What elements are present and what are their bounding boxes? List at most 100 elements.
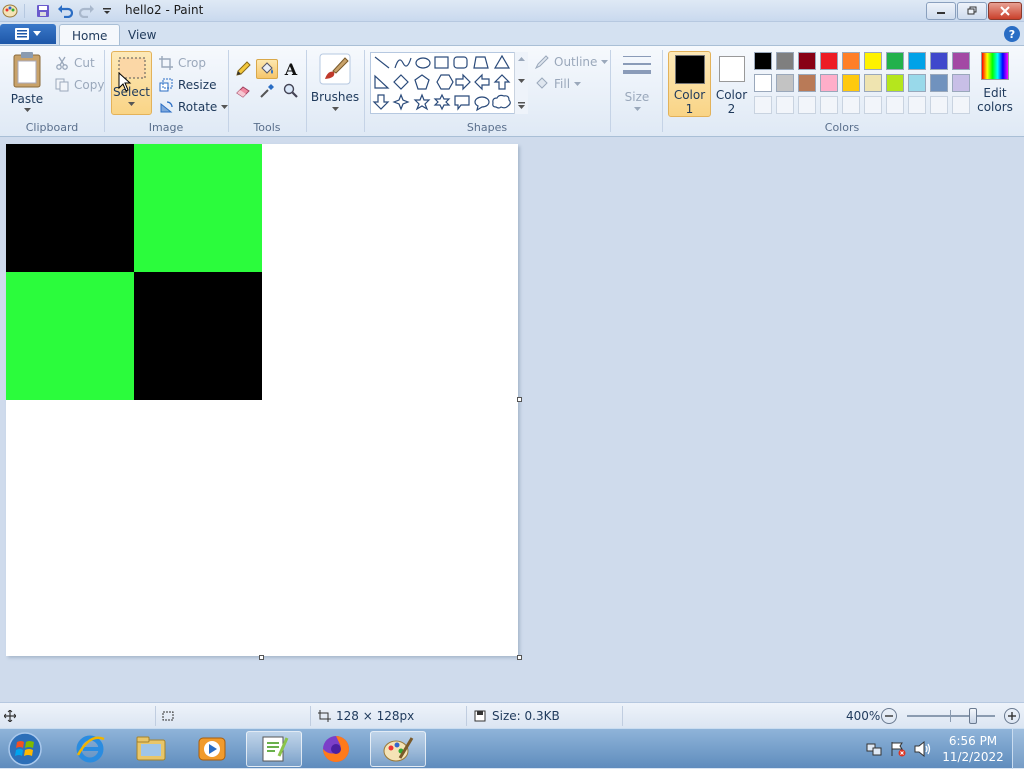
rounded-rectangle-shape-icon[interactable] — [453, 56, 468, 69]
custom-color-slot[interactable] — [908, 96, 926, 114]
palette-swatch[interactable] — [908, 52, 926, 70]
cut-button[interactable]: Cut — [54, 55, 95, 71]
paint-app-icon[interactable] — [2, 3, 18, 19]
firefox-taskbar-button[interactable] — [308, 731, 364, 767]
paste-button[interactable]: Paste — [6, 50, 48, 120]
palette-swatch[interactable] — [886, 74, 904, 92]
cloud-callout-shape-icon[interactable] — [492, 94, 511, 109]
palette-swatch[interactable] — [798, 52, 816, 70]
custom-color-slot[interactable] — [952, 96, 970, 114]
custom-color-slot[interactable] — [776, 96, 794, 114]
pencil-icon[interactable] — [232, 59, 254, 79]
custom-color-slot[interactable] — [820, 96, 838, 114]
palette-swatch[interactable] — [842, 74, 860, 92]
notepad-plus-taskbar-button[interactable] — [246, 731, 302, 767]
down-arrow-shape-icon[interactable] — [372, 94, 390, 110]
right-triangle-shape-icon[interactable] — [374, 74, 390, 89]
up-arrow-shape-icon[interactable] — [493, 74, 511, 90]
palette-swatch[interactable] — [864, 52, 882, 70]
color-picker-icon[interactable] — [256, 81, 278, 101]
custom-color-slot[interactable] — [864, 96, 882, 114]
file-explorer-taskbar-button[interactable] — [123, 731, 179, 767]
brushes-button[interactable]: Brushes — [311, 52, 359, 118]
action-center-flag-icon[interactable] — [890, 741, 906, 757]
curve-shape-icon[interactable] — [394, 57, 412, 69]
hexagon-shape-icon[interactable] — [436, 74, 454, 90]
color-1-button[interactable]: Color 1 — [668, 51, 711, 117]
zoom-in-button[interactable] — [1004, 708, 1020, 724]
scroll-up-icon[interactable] — [518, 56, 525, 61]
color-2-button[interactable]: Color 2 — [713, 51, 750, 117]
palette-swatch[interactable] — [952, 52, 970, 70]
resize-button[interactable]: Resize — [158, 77, 216, 93]
palette-swatch[interactable] — [776, 74, 794, 92]
show-desktop-button[interactable] — [1012, 729, 1024, 769]
tab-home[interactable]: Home — [59, 24, 121, 46]
custom-color-slot[interactable] — [886, 96, 904, 114]
right-arrow-shape-icon[interactable] — [455, 73, 471, 91]
internet-explorer-taskbar-button[interactable] — [62, 731, 118, 767]
close-button[interactable] — [988, 2, 1022, 20]
network-icon[interactable] — [866, 741, 882, 757]
line-shape-icon[interactable] — [374, 56, 390, 69]
diamond-shape-icon[interactable] — [393, 74, 409, 90]
six-point-star-shape-icon[interactable] — [433, 93, 451, 111]
five-point-star-shape-icon[interactable] — [413, 93, 431, 111]
palette-swatch[interactable] — [930, 74, 948, 92]
drawing-canvas[interactable] — [6, 144, 518, 656]
paint-taskbar-button[interactable] — [370, 731, 426, 767]
resize-handle-corner[interactable] — [517, 655, 522, 660]
palette-swatch[interactable] — [776, 52, 794, 70]
oval-callout-shape-icon[interactable] — [474, 96, 490, 112]
left-arrow-shape-icon[interactable] — [474, 73, 490, 91]
eraser-icon[interactable] — [232, 81, 254, 101]
taskbar-clock[interactable]: 6:56 PM 11/2/2022 — [940, 733, 1006, 765]
fill-button[interactable]: Fill — [534, 76, 582, 92]
custom-color-slot[interactable] — [754, 96, 772, 114]
palette-swatch[interactable] — [842, 52, 860, 70]
custom-color-slot[interactable] — [842, 96, 860, 114]
shapes-scroll[interactable] — [514, 52, 528, 114]
palette-swatch[interactable] — [754, 74, 772, 92]
magnifier-icon[interactable] — [280, 81, 302, 101]
restore-button[interactable] — [957, 2, 987, 20]
palette-swatch[interactable] — [864, 74, 882, 92]
help-icon[interactable]: ? — [1004, 26, 1020, 42]
start-button[interactable] — [5, 730, 45, 768]
palette-swatch[interactable] — [908, 74, 926, 92]
resize-handle-bottom[interactable] — [259, 655, 264, 660]
palette-swatch[interactable] — [820, 52, 838, 70]
triangle-shape-icon[interactable] — [493, 54, 511, 69]
outline-button[interactable]: Outline — [534, 54, 609, 70]
undo-icon[interactable] — [57, 3, 73, 19]
rectangular-callout-shape-icon[interactable] — [454, 95, 470, 111]
four-point-star-shape-icon[interactable] — [392, 93, 410, 111]
rectangle-shape-icon[interactable] — [434, 56, 449, 69]
text-icon[interactable]: A — [280, 59, 302, 79]
save-icon[interactable] — [35, 3, 51, 19]
gallery-expand-icon[interactable] — [518, 102, 525, 110]
fill-icon[interactable] — [256, 59, 278, 79]
copy-button[interactable]: Copy — [54, 77, 104, 93]
palette-swatch[interactable] — [820, 74, 838, 92]
tab-view[interactable]: View — [116, 24, 168, 46]
crop-button[interactable]: Crop — [158, 55, 206, 71]
zoom-slider-track[interactable] — [907, 710, 995, 722]
zoom-out-button[interactable] — [881, 708, 897, 724]
zoom-slider-thumb[interactable] — [969, 708, 977, 724]
palette-swatch[interactable] — [952, 74, 970, 92]
paint-menu-button[interactable] — [0, 24, 56, 44]
custom-color-slot[interactable] — [930, 96, 948, 114]
customize-qat-icon[interactable] — [99, 3, 115, 19]
palette-swatch[interactable] — [886, 52, 904, 70]
volume-icon[interactable] — [914, 741, 932, 757]
pentagon-shape-icon[interactable] — [414, 74, 430, 90]
size-button[interactable]: Size — [617, 52, 657, 118]
custom-color-slot[interactable] — [798, 96, 816, 114]
minimize-button[interactable] — [926, 2, 956, 20]
scroll-down-icon[interactable] — [518, 79, 525, 84]
media-player-taskbar-button[interactable] — [184, 731, 240, 767]
oval-shape-icon[interactable] — [415, 57, 431, 69]
palette-swatch[interactable] — [798, 74, 816, 92]
edit-colors-button[interactable]: Edit colors — [976, 52, 1014, 118]
